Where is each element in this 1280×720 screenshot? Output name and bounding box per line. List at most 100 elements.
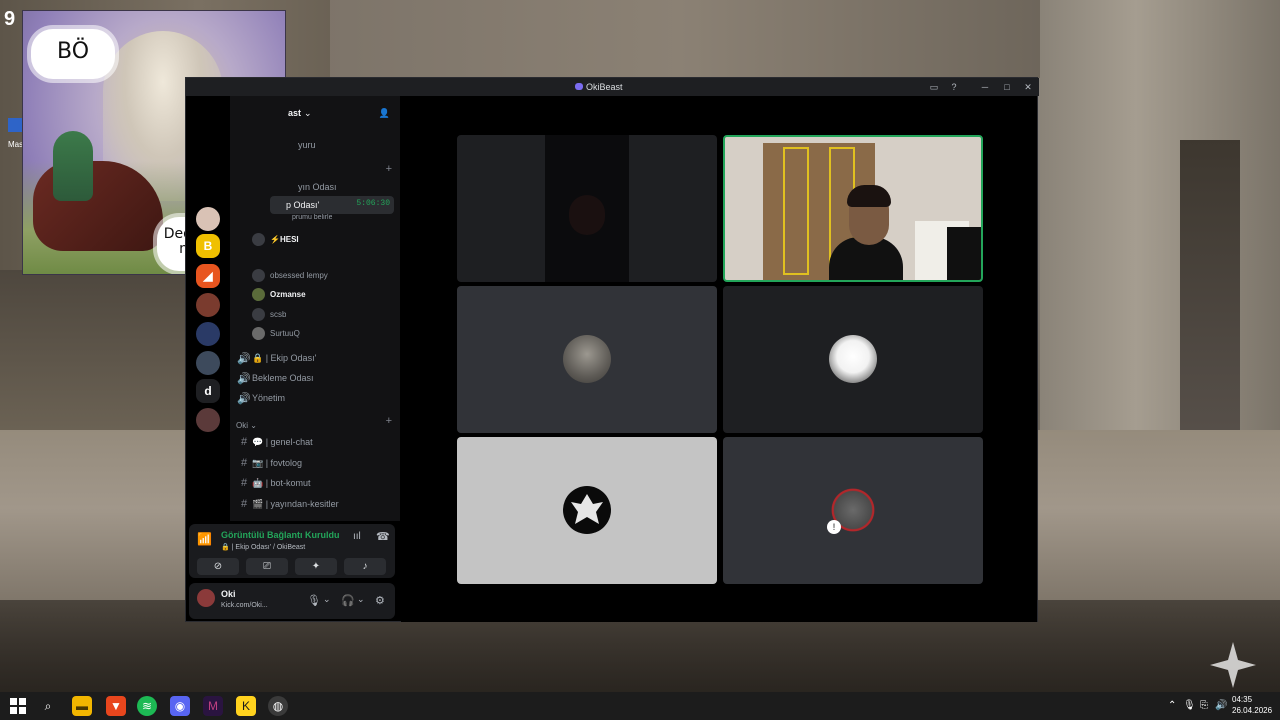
- record-icon[interactable]: ◍: [268, 696, 288, 716]
- avatar: [252, 268, 265, 282]
- soundboard-button[interactable]: ♪: [344, 558, 386, 575]
- add-friend-icon[interactable]: 👤: [379, 108, 390, 119]
- user-scsb-label: scsb: [270, 309, 287, 319]
- channel-yonetim-label: Yönetim: [252, 393, 286, 403]
- close-button[interactable]: ✕: [1022, 81, 1034, 93]
- user-obsessed[interactable]: obsessed lempy: [252, 266, 400, 284]
- category-oki-label: Oki ⌄: [236, 420, 257, 430]
- avatar: [563, 335, 611, 383]
- channel-yuru[interactable]: yuru: [282, 136, 400, 154]
- volume-icon[interactable]: 🔊: [1215, 700, 1227, 711]
- channel-yonetim[interactable]: 🔊 Yönetim: [236, 389, 394, 407]
- tile-dark-video[interactable]: [457, 135, 717, 282]
- speaker-icon: 🔊: [237, 372, 251, 385]
- user-ozmanse[interactable]: Ozmanse: [252, 285, 400, 303]
- inbox-icon[interactable]: ▭: [928, 81, 940, 93]
- tile-soldier[interactable]: [457, 286, 717, 433]
- gear-icon[interactable]: ⚙: [375, 594, 385, 607]
- server-avatar-5[interactable]: [196, 408, 220, 432]
- user-name[interactable]: Oki: [221, 589, 236, 599]
- server-avatar-3[interactable]: [196, 322, 220, 346]
- user-hesi[interactable]: ⚡ HESI: [252, 230, 400, 248]
- desktop-shortcut-label: Mas: [8, 140, 24, 149]
- disconnect-icon[interactable]: ☎: [376, 530, 390, 543]
- file-explorer-icon[interactable]: ▬: [72, 696, 92, 716]
- user-hesi-label: HESI: [279, 234, 299, 244]
- add-channel-icon[interactable]: +: [386, 163, 392, 175]
- meme-rider: [53, 131, 93, 201]
- windows-start-icon[interactable]: [8, 696, 28, 716]
- server-orange[interactable]: ◢: [196, 264, 220, 288]
- clock-date[interactable]: 26.04.2026: [1232, 706, 1272, 715]
- emblem-icon: [571, 494, 603, 524]
- desktop-shortcut-icon[interactable]: [8, 118, 22, 132]
- channel-ekip-odasi-label: 🔒 | Ekip Odası': [252, 352, 317, 363]
- discord-icon[interactable]: ◉: [170, 696, 190, 716]
- lightning-icon: ⚡: [270, 234, 280, 244]
- channel-list: ast ⌄ 👤 + yuru yın Odası p Odası' 5:06:30 pr…: [230, 96, 400, 521]
- spotify-icon[interactable]: ≋: [137, 696, 157, 716]
- channel-ekip-odasi-active-label: p Odası': [286, 200, 320, 210]
- camera-off-button[interactable]: ⊘: [197, 558, 239, 575]
- building-top: [320, 0, 1040, 78]
- tile-emblem[interactable]: [457, 437, 717, 584]
- app-k-icon[interactable]: K: [236, 696, 256, 716]
- person-hair: [847, 185, 891, 207]
- channel-subtext-label: prumu belirle: [292, 213, 333, 221]
- brave-browser-icon[interactable]: ▼: [106, 696, 126, 716]
- avatar: [563, 486, 611, 534]
- tile-webcam[interactable]: [723, 135, 983, 282]
- signal-icon[interactable]: 📶: [197, 532, 212, 546]
- avatar: [252, 287, 265, 301]
- activities-button[interactable]: ✦: [295, 558, 337, 575]
- channel-subtext[interactable]: prumu belirle: [276, 211, 400, 223]
- server-b[interactable]: B: [196, 234, 220, 258]
- chevron-down-icon-2[interactable]: ⌄: [357, 594, 365, 605]
- screen-share-button[interactable]: ⎚: [246, 558, 288, 575]
- server-avatar-1[interactable]: [196, 207, 220, 231]
- avatar[interactable]: [197, 589, 215, 607]
- help-icon[interactable]: ?: [948, 81, 960, 93]
- channel-bot-komut-label: 🤖 | bot-komut: [252, 477, 311, 488]
- clock-time[interactable]: 04:35: [1232, 695, 1252, 704]
- channel-yayin-odasi[interactable]: yın Odası: [282, 178, 400, 196]
- server-rail: B ◢ d: [186, 96, 230, 521]
- meme-top-bubble: BÖ: [31, 29, 115, 79]
- taskbar: ⌕ ▬ ▼ ≋ ◉ M K ◍ ⌃ 🎙 ⎘ 🔊 04:35 26.04.2026: [0, 692, 1280, 720]
- microphone-tray-icon[interactable]: 🎙: [1183, 700, 1196, 711]
- server-name: ast: [288, 108, 302, 118]
- user-surtuuq-label: SurtuuQ: [270, 328, 300, 338]
- channel-yuru-label: yuru: [298, 140, 316, 150]
- tile-red-avatar[interactable]: !: [723, 437, 983, 584]
- chevron-up-icon[interactable]: ⌃: [1168, 700, 1176, 711]
- server-avatar-2[interactable]: [196, 293, 220, 317]
- channel-bekleme-odasi[interactable]: 🔊 Bekleme Odası: [236, 369, 394, 387]
- server-d[interactable]: d: [196, 379, 220, 403]
- microphone-icon[interactable]: 🎙: [307, 594, 321, 607]
- voice-channel-path[interactable]: 🔒 | Ekip Odası' / OkiBeast: [221, 543, 305, 551]
- network-icon[interactable]: ⎘: [1200, 700, 1208, 711]
- server-avatar-4[interactable]: [196, 351, 220, 375]
- mute-badge-icon: !: [827, 520, 841, 534]
- channel-bot-komut[interactable]: # 🤖 | bot-komut: [236, 474, 394, 492]
- add-channel-icon-2[interactable]: +: [386, 415, 392, 427]
- noise-suppression-icon[interactable]: ııl: [353, 531, 361, 542]
- channel-yayindan-kesitler[interactable]: # 🎬 | yayından-kesitler: [236, 495, 394, 513]
- channel-genel-chat-label: 💬 | genel-chat: [252, 436, 313, 447]
- channel-ekip-odasi[interactable]: 🔊 🔒 | Ekip Odası': [236, 349, 394, 367]
- channel-genel-chat[interactable]: # 💬 | genel-chat: [236, 433, 394, 451]
- headphones-icon[interactable]: 🎧: [341, 594, 355, 607]
- voice-status[interactable]: Görüntülü Bağlantı Kuruldu: [221, 530, 340, 540]
- hashtag-icon: #: [240, 436, 248, 448]
- user-surtuuq[interactable]: SurtuuQ: [252, 324, 400, 342]
- minimize-button[interactable]: ─: [979, 81, 991, 93]
- hashtag-icon: #: [240, 477, 248, 489]
- server-header[interactable]: ast ⌄ 👤: [236, 104, 394, 122]
- user-scsb[interactable]: scsb: [252, 305, 400, 323]
- tile-anime[interactable]: [723, 286, 983, 433]
- obs-icon[interactable]: M: [203, 696, 223, 716]
- channel-fovtolog[interactable]: # 📷 | fovtolog: [236, 454, 394, 472]
- search-icon[interactable]: ⌕: [38, 696, 58, 716]
- chevron-down-icon[interactable]: ⌄: [323, 594, 331, 605]
- maximize-button[interactable]: □: [1001, 81, 1013, 93]
